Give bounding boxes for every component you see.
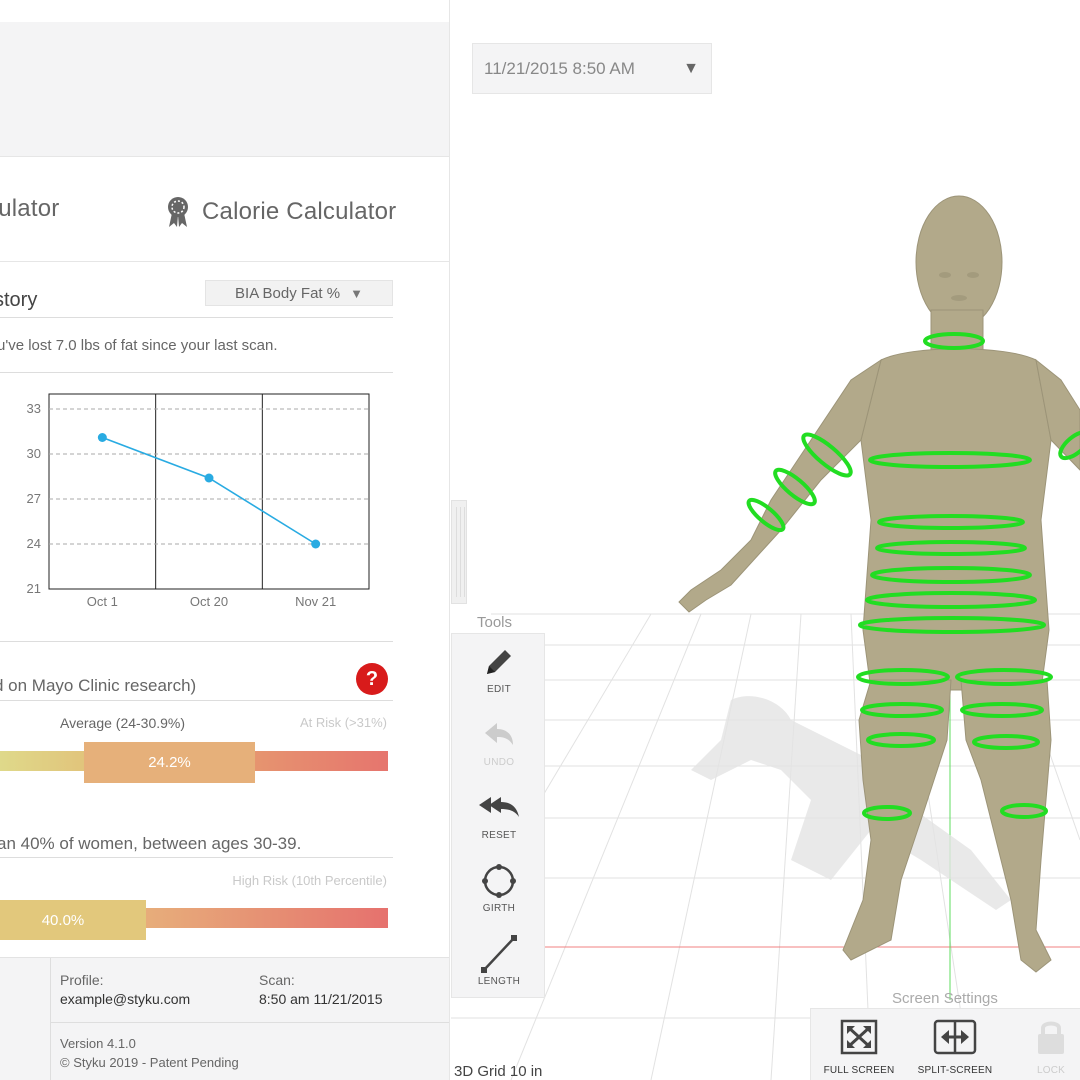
- fullscreen-icon: [840, 1009, 878, 1065]
- award-ribbon-icon: [164, 195, 192, 229]
- profile-label: Profile:: [60, 972, 104, 988]
- screen-settings-title: Screen Settings: [892, 990, 998, 1007]
- ss-label: FULL SCREEN: [823, 1065, 895, 1076]
- history-message: u've lost 7.0 lbs of fat since your last…: [0, 337, 278, 354]
- question-icon[interactable]: ?: [356, 663, 388, 695]
- tool-girth[interactable]: GIRTH: [452, 859, 546, 931]
- at-risk-label: At Risk (>31%): [299, 715, 387, 730]
- chevron-down-icon: ▼: [350, 285, 363, 301]
- x-tick-label: Oct 1: [87, 594, 118, 609]
- tools-panel: EDIT UNDO RESET GIRTH LENGTH: [451, 633, 545, 998]
- grid-label: 3D Grid 10 in: [454, 1063, 543, 1080]
- data-point: [204, 473, 214, 483]
- header-band: [0, 22, 449, 157]
- divider: [0, 641, 393, 642]
- metric-select[interactable]: BIA Body Fat % ▼: [205, 280, 393, 306]
- scan-value: 8:50 am 11/21/2015: [259, 991, 383, 1007]
- profile-value: example@styku.com: [60, 991, 191, 1007]
- tab-body-calculator[interactable]: culator: [0, 195, 59, 223]
- tools-title: Tools: [477, 614, 513, 631]
- reset-icon: [477, 786, 521, 830]
- tab-calorie-calculator-label: Calorie Calculator: [202, 198, 397, 225]
- tool-reset[interactable]: RESET: [452, 786, 546, 858]
- divider: [0, 372, 393, 373]
- left-panel: culator Calorie Calculator story BIA Bod…: [0, 0, 450, 1080]
- copyright-text: © Styku 2019 - Patent Pending: [60, 1055, 239, 1070]
- history-chart: 33 30 27 24 21 Oct 1 Oct 20 Nov 21: [27, 393, 370, 609]
- tool-length[interactable]: LENGTH: [452, 932, 546, 1004]
- x-tick-label: Nov 21: [295, 594, 336, 609]
- ss-label: LOCK: [1036, 1065, 1066, 1076]
- y-tick-label: 21: [27, 581, 41, 596]
- tool-label: LENGTH: [477, 976, 521, 987]
- calculator-tabs: culator Calorie Calculator: [0, 157, 449, 262]
- divider: [0, 317, 393, 318]
- history-title: story: [0, 289, 38, 311]
- x-tick-label: Oct 20: [190, 594, 228, 609]
- data-point: [97, 433, 107, 442]
- scan-label: Scan:: [259, 972, 295, 988]
- lock-button[interactable]: LOCK: [1003, 1009, 1080, 1080]
- footer-divider: [50, 958, 51, 1080]
- tool-label: RESET: [481, 830, 517, 841]
- 3d-viewport[interactable]: 11/21/2015 8:50 AM ▼ Tools EDIT UNDO RES…: [451, 0, 1080, 1080]
- length-icon: [480, 932, 518, 976]
- full-screen-button[interactable]: FULL SCREEN: [811, 1009, 907, 1080]
- girth-icon: [481, 859, 517, 903]
- metric-select-value: BIA Body Fat %: [235, 284, 341, 302]
- footer-divider: [50, 1022, 449, 1023]
- tab-calorie-calculator[interactable]: Calorie Calculator: [164, 195, 396, 229]
- ss-label: SPLIT-SCREEN: [917, 1065, 993, 1076]
- tool-edit[interactable]: EDIT: [452, 640, 546, 712]
- pencil-icon: [481, 640, 517, 684]
- plot-frame: [48, 393, 370, 590]
- percentile-description: an 40% of women, between ages 30-39.: [0, 834, 302, 853]
- mayo-description: d on Mayo Clinic research): [0, 676, 197, 695]
- tool-label: GIRTH: [482, 903, 516, 914]
- y-tick-label: 27: [27, 491, 41, 506]
- split-screen-icon: [933, 1009, 977, 1065]
- lock-icon: [1035, 1009, 1067, 1065]
- y-tick-label: 33: [27, 401, 41, 416]
- split-screen-button[interactable]: SPLIT-SCREEN: [907, 1009, 1003, 1080]
- tool-undo[interactable]: UNDO: [452, 713, 546, 785]
- undo-icon: [481, 713, 517, 757]
- tool-label: UNDO: [483, 757, 515, 768]
- high-risk-label: High Risk (10th Percentile): [232, 873, 387, 888]
- screen-settings-panel: FULL SCREEN SPLIT-SCREEN LOCK: [810, 1008, 1080, 1080]
- version-text: Version 4.1.0: [60, 1036, 136, 1051]
- divider: [0, 700, 393, 701]
- percentile-value-marker: 40.0%: [0, 900, 146, 940]
- y-tick-label: 24: [27, 536, 41, 551]
- data-point: [311, 539, 321, 549]
- tab-body-calculator-label: culator: [0, 195, 60, 222]
- divider: [0, 857, 393, 858]
- tool-label: EDIT: [487, 684, 511, 695]
- body-fat-value-marker: 24.2%: [84, 742, 255, 783]
- average-range-label: Average (24-30.9%): [60, 715, 186, 731]
- footer: Profile: example@styku.com Scan: 8:50 am…: [0, 957, 449, 1080]
- y-tick-label: 30: [27, 446, 41, 461]
